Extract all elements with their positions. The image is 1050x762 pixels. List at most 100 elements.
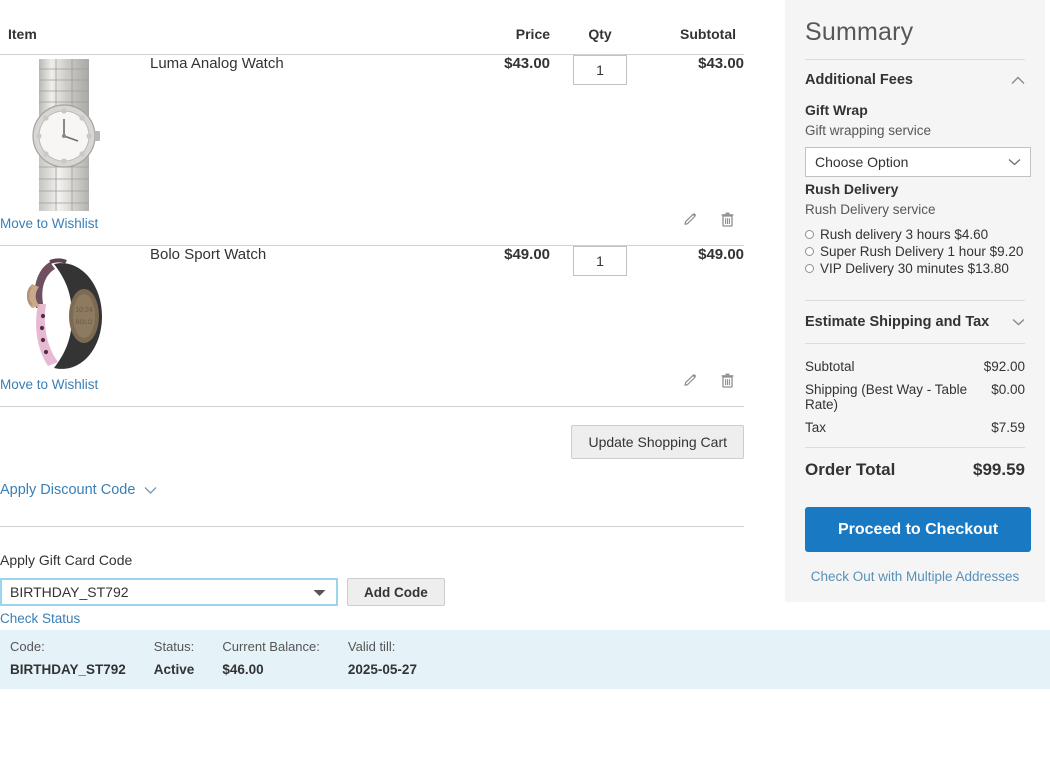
silver-analog-watch-icon bbox=[32, 59, 100, 211]
rush-delivery-title: Rush Delivery bbox=[805, 181, 899, 197]
total-label: Tax bbox=[805, 420, 827, 435]
total-value: $0.00 bbox=[991, 382, 1025, 397]
estimate-shipping-tax-toggle[interactable]: Estimate Shipping and Tax bbox=[805, 301, 1025, 344]
total-row-tax: Tax $7.59 bbox=[805, 416, 1025, 439]
item-actions: Move to Wishlist bbox=[0, 373, 744, 406]
total-value: $92.00 bbox=[983, 359, 1025, 374]
apply-discount-code-section: Apply Discount Code bbox=[0, 459, 760, 498]
additional-fees-toggle[interactable]: Additional Fees bbox=[805, 60, 1025, 98]
product-image-luma-analog-watch[interactable] bbox=[10, 55, 122, 215]
qty-input[interactable] bbox=[573, 246, 628, 276]
cart-column: Item Price Qty Subtotal Luma Analog Watc… bbox=[0, 0, 1050, 689]
item-actions: Move to Wishlist bbox=[0, 212, 744, 245]
estimate-shipping-tax-label: Estimate Shipping and Tax bbox=[805, 314, 990, 330]
rush-delivery-option-1[interactable]: Super Rush Delivery 1 hour $9.20 bbox=[805, 244, 1025, 259]
status-value-status: Active bbox=[153, 662, 195, 677]
status-header-row: Code: Status: Current Balance: Valid til… bbox=[10, 639, 445, 662]
status-value-valid: 2025-05-27 bbox=[347, 662, 417, 677]
cart-actions: Update Shopping Cart bbox=[0, 407, 744, 459]
totals-list: Subtotal $92.00 Shipping (Best Way - Tab… bbox=[805, 344, 1025, 480]
chevron-down-icon bbox=[1012, 318, 1025, 326]
row-actions-row: Move to Wishlist bbox=[0, 212, 745, 246]
gift-card-section: Apply Gift Card Code Add Code Check Stat… bbox=[0, 527, 760, 626]
gift-card-input-row: Add Code bbox=[0, 578, 760, 606]
product-name-cell: Bolo Sport Watch bbox=[150, 246, 460, 376]
rush-delivery-fee: Rush Delivery Rush Delivery service Rush… bbox=[805, 181, 1025, 276]
status-value-code: BIRTHDAY_ST792 bbox=[10, 662, 126, 677]
row-actions-row: Move to Wishlist bbox=[0, 373, 745, 407]
column-header-subtotal: Subtotal bbox=[650, 0, 745, 55]
proceed-to-checkout-button[interactable]: Proceed to Checkout bbox=[805, 507, 1031, 552]
order-summary-panel: Summary Additional Fees Gift Wrap Gift w… bbox=[785, 0, 1045, 602]
gift-wrap-fee: Gift Wrap Gift wrapping service Choose O… bbox=[805, 102, 1031, 177]
status-header-code: Code: bbox=[10, 639, 45, 654]
status-value-row: BIRTHDAY_ST792 Active $46.00 2025-05-27 bbox=[10, 662, 445, 677]
edit-item-icon[interactable] bbox=[682, 372, 699, 389]
summary-title: Summary bbox=[805, 0, 1025, 60]
svg-text:10:24: 10:24 bbox=[75, 307, 93, 314]
product-image-cell: 10:24 BOLO bbox=[0, 246, 150, 376]
rush-delivery-option-label: Rush delivery 3 hours $4.60 bbox=[820, 227, 989, 242]
product-qty-cell bbox=[550, 55, 650, 216]
rush-delivery-option-label: VIP Delivery 30 minutes $13.80 bbox=[820, 261, 1009, 276]
radio-icon[interactable] bbox=[805, 230, 814, 239]
apply-discount-code-toggle[interactable]: Apply Discount Code bbox=[0, 482, 157, 498]
gift-wrap-select[interactable]: Choose Option bbox=[805, 147, 1031, 177]
apply-discount-code-label: Apply Discount Code bbox=[0, 482, 136, 498]
product-subtotal: $43.00 bbox=[698, 55, 745, 72]
gift-card-status-panel: Code: Status: Current Balance: Valid til… bbox=[0, 630, 1050, 689]
svg-text:BOLO: BOLO bbox=[76, 320, 93, 326]
product-image-cell bbox=[0, 55, 150, 216]
rush-delivery-option-0[interactable]: Rush delivery 3 hours $4.60 bbox=[805, 227, 1025, 242]
radio-icon[interactable] bbox=[805, 247, 814, 256]
gift-card-combobox[interactable] bbox=[0, 578, 338, 606]
rush-delivery-desc: Rush Delivery service bbox=[805, 202, 936, 217]
product-name-cell: Luma Analog Watch bbox=[150, 55, 460, 216]
delete-item-icon[interactable] bbox=[719, 372, 736, 389]
product-subtotal: $49.00 bbox=[698, 246, 745, 263]
product-name-link[interactable]: Luma Analog Watch bbox=[150, 55, 284, 72]
gift-wrap-select-value: Choose Option bbox=[815, 154, 909, 170]
additional-fees-label: Additional Fees bbox=[805, 72, 913, 88]
status-value-balance: $46.00 bbox=[222, 662, 264, 677]
total-label: Shipping (Best Way - Table Rate) bbox=[805, 382, 968, 412]
cart-items-table: Item Price Qty Subtotal Luma Analog Watc… bbox=[0, 0, 745, 407]
check-status-link[interactable]: Check Status bbox=[0, 611, 80, 626]
move-to-wishlist-link[interactable]: Move to Wishlist bbox=[0, 216, 98, 231]
cart-table-header-row: Item Price Qty Subtotal bbox=[0, 0, 745, 55]
chevron-down-icon bbox=[144, 486, 157, 494]
gift-card-input[interactable] bbox=[2, 580, 336, 604]
status-header-status: Status: bbox=[153, 639, 195, 654]
total-label: Subtotal bbox=[805, 359, 855, 374]
delete-item-icon[interactable] bbox=[719, 211, 736, 228]
column-header-qty: Qty bbox=[550, 0, 651, 55]
total-row-shipping: Shipping (Best Way - Table Rate) $0.00 bbox=[805, 378, 1025, 416]
qty-input[interactable] bbox=[573, 55, 628, 85]
product-price: $49.00 bbox=[504, 246, 551, 263]
table-row: 10:24 BOLO Bolo Sport Watch $49.00 1 $49… bbox=[0, 246, 744, 376]
gift-wrap-desc: Gift wrapping service bbox=[805, 123, 932, 138]
column-header-item: Item bbox=[0, 0, 461, 55]
radio-icon[interactable] bbox=[805, 264, 814, 273]
gift-card-label: Apply Gift Card Code bbox=[0, 552, 133, 568]
chevron-down-icon bbox=[1008, 159, 1021, 166]
column-header-price: Price bbox=[460, 0, 551, 55]
shopping-cart-page: Item Price Qty Subtotal Luma Analog Watc… bbox=[0, 0, 1050, 762]
checkout-multiple-addresses-link[interactable]: Check Out with Multiple Addresses bbox=[805, 569, 1025, 584]
status-header-valid: Valid till: bbox=[347, 639, 396, 654]
chevron-up-icon bbox=[1011, 76, 1025, 84]
pink-sport-watch-icon: 10:24 BOLO bbox=[26, 258, 102, 369]
product-image-bolo-sport-watch[interactable]: 10:24 BOLO bbox=[10, 246, 122, 376]
gift-wrap-title: Gift Wrap bbox=[805, 102, 868, 118]
status-header-balance: Current Balance: bbox=[222, 639, 320, 654]
order-total-label: Order Total bbox=[805, 460, 896, 479]
edit-item-icon[interactable] bbox=[682, 211, 699, 228]
move-to-wishlist-link[interactable]: Move to Wishlist bbox=[0, 377, 98, 392]
add-code-button[interactable]: Add Code bbox=[347, 578, 445, 606]
product-price: $43.00 bbox=[504, 55, 551, 72]
rush-delivery-options: Rush delivery 3 hours $4.60 Super Rush D… bbox=[805, 227, 1025, 276]
update-shopping-cart-button[interactable]: Update Shopping Cart bbox=[571, 425, 744, 459]
rush-delivery-option-label: Super Rush Delivery 1 hour $9.20 bbox=[820, 244, 1024, 259]
product-name-link[interactable]: Bolo Sport Watch bbox=[150, 246, 266, 263]
rush-delivery-option-2[interactable]: VIP Delivery 30 minutes $13.80 bbox=[805, 261, 1025, 276]
